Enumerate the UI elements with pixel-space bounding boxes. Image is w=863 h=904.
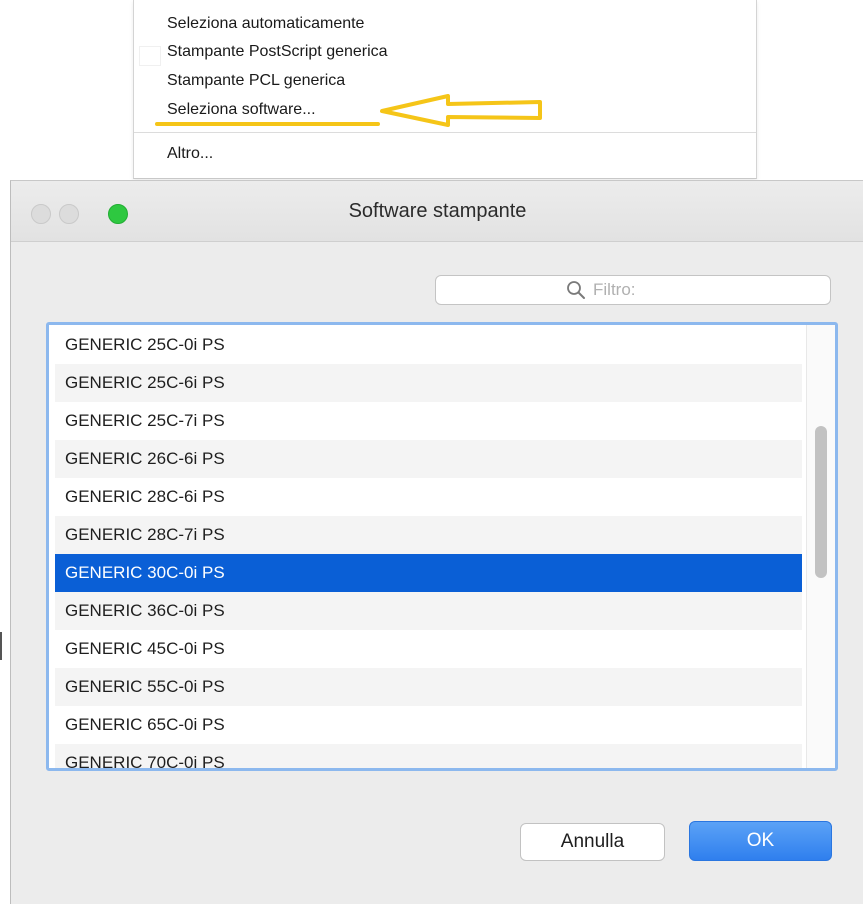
- list-item[interactable]: GENERIC 65C-0i PS: [55, 706, 802, 744]
- list-item[interactable]: GENERIC 55C-0i PS: [55, 668, 802, 706]
- menu-item-other[interactable]: Altro...: [167, 144, 213, 164]
- printer-driver-menu: Seleziona automaticamente Stampante Post…: [133, 0, 757, 179]
- list-item[interactable]: GENERIC 70C-0i PS: [55, 744, 802, 768]
- menu-item-generic-pcl[interactable]: Stampante PCL generica: [167, 71, 345, 91]
- list-item[interactable]: GENERIC 36C-0i PS: [55, 592, 802, 630]
- menu-item-generic-postscript[interactable]: Stampante PostScript generica: [167, 42, 388, 62]
- list-item[interactable]: GENERIC 25C-6i PS: [55, 364, 802, 402]
- list-item[interactable]: GENERIC 25C-0i PS: [55, 326, 802, 364]
- scrollbar-thumb[interactable]: [815, 426, 827, 578]
- ok-button[interactable]: OK: [689, 821, 832, 861]
- driver-list[interactable]: GENERIC 25C-0i PS GENERIC 25C-6i PS GENERI…: [46, 322, 838, 771]
- menu-separator: [134, 132, 756, 133]
- list-item[interactable]: GENERIC 45C-0i PS: [55, 630, 802, 668]
- driver-list-rows: GENERIC 25C-0i PS GENERIC 25C-6i PS GENERI…: [55, 326, 802, 768]
- background-window-edge: [0, 632, 2, 660]
- cancel-button[interactable]: Annulla: [520, 823, 665, 861]
- printer-software-window: Software stampante GENERIC 25C-0i PSGENE…: [10, 180, 863, 904]
- list-item[interactable]: GENERIC 28C-7i PS: [55, 516, 802, 554]
- menu-item-select-software[interactable]: Seleziona software...: [167, 100, 316, 120]
- search-icon: [567, 281, 585, 299]
- list-item[interactable]: GENERIC 28C-6i PS: [55, 478, 802, 516]
- title-bar[interactable]: Software stampante: [11, 181, 863, 242]
- filter-input[interactable]: [593, 279, 813, 301]
- list-item[interactable]: GENERIC 30C-0i PS: [55, 554, 802, 592]
- list-item[interactable]: GENERIC 25C-7i PS: [55, 402, 802, 440]
- window-title: Software stampante: [348, 200, 527, 222]
- filter-search-field[interactable]: [435, 275, 831, 305]
- annotation-underline: [155, 122, 380, 126]
- vertical-scrollbar[interactable]: [806, 325, 835, 768]
- annotation-arrow-icon: [380, 94, 542, 127]
- menu-checkbox: [139, 46, 161, 66]
- list-item[interactable]: GENERIC 26C-6i PS: [55, 440, 802, 478]
- menu-item-auto-select[interactable]: Seleziona automaticamente: [167, 14, 364, 34]
